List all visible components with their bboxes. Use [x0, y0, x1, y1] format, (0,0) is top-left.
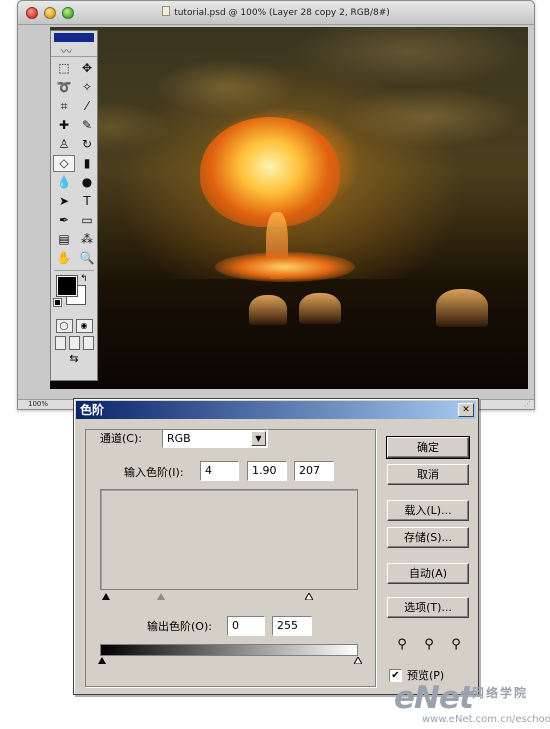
output-black-slider[interactable] [98, 657, 106, 664]
swap-colors-icon[interactable]: ↰ [80, 274, 88, 284]
blur-tool-icon[interactable]: 💧 [53, 174, 75, 191]
input-black-slider[interactable] [102, 593, 110, 600]
load-button[interactable]: 载入(L)... [387, 500, 469, 521]
close-icon[interactable]: ✕ [458, 403, 474, 417]
screen-mode-menu-button[interactable] [68, 336, 80, 350]
document-title: tutorial.psd @ 100% (Layer 28 copy 2, RG… [174, 8, 390, 18]
ok-button[interactable]: 确定 [386, 436, 470, 459]
pen-tool-icon[interactable]: ✒ [53, 212, 75, 229]
input-white-field[interactable]: 207 [294, 461, 334, 481]
tool-grid: ⬚ ✥ ➰ ✧ ⌗ ⁄ ✚ ✎ ♙ ↻ ◇ ▮ 💧 ● ➤ T ✒ ▭ ▤ ⁂ ✋ 🔍 [51, 57, 97, 267]
lasso-tool-icon[interactable]: ➰ [53, 79, 75, 96]
document-window: tutorial.psd @ 100% (Layer 28 copy 2, RG… [17, 0, 535, 410]
marquee-tool-icon[interactable]: ⬚ [53, 60, 75, 77]
type-tool-icon[interactable]: T [76, 193, 98, 210]
crop-tool-icon[interactable]: ⌗ [53, 98, 75, 115]
auto-button[interactable]: 自动(A) [387, 563, 469, 584]
history-brush-tool-icon[interactable]: ↻ [76, 136, 98, 153]
save-button[interactable]: 存储(S)... [387, 527, 469, 548]
hay-bale [299, 293, 341, 324]
channel-select[interactable]: RGB ▼ [162, 429, 268, 448]
input-black-field[interactable]: 4 [200, 461, 239, 481]
channel-label: 通道(C): [98, 432, 144, 446]
output-white-field[interactable]: 255 [272, 616, 312, 636]
feather-icon: 〰 [61, 45, 72, 58]
default-colors-icon[interactable] [53, 298, 62, 307]
white-eyedropper-icon[interactable]: ⚲ [446, 635, 466, 655]
enet-tagline: 网络学院 [472, 686, 529, 700]
dialog-title: 色阶 [80, 403, 105, 417]
options-button[interactable]: 选项(T)... [387, 597, 469, 618]
tools-palette: 〰 ⬚ ✥ ➰ ✧ ⌗ ⁄ ✚ ✎ ♙ ↻ ◇ ▮ 💧 ● ➤ T ✒ ▭ ▤ ⁂ ✋ 🔍 ↰ ◯ ◉ ⇆ [50, 30, 98, 381]
image-canvas[interactable] [50, 27, 528, 389]
eraser-tool-icon[interactable]: ◇ [53, 155, 75, 172]
brush-tool-icon[interactable]: ✎ [76, 117, 98, 134]
resize-grip-icon[interactable]: ⋰ [524, 400, 531, 408]
cancel-button[interactable]: 取消 [387, 464, 469, 485]
document-titlebar[interactable]: tutorial.psd @ 100% (Layer 28 copy 2, RG… [18, 1, 534, 25]
dialog-titlebar[interactable]: 色阶 ✕ [76, 401, 476, 419]
slice-tool-icon[interactable]: ⁄ [76, 98, 98, 115]
hand-tool-icon[interactable]: ✋ [53, 250, 75, 267]
input-levels-label: 输入色阶(I): [124, 466, 184, 479]
chevron-down-icon[interactable]: ▼ [251, 431, 266, 446]
output-gradient-bar [100, 644, 358, 656]
output-levels-label: 输出色阶(O): [147, 620, 212, 633]
color-swatches: ↰ [51, 274, 97, 316]
output-black-field[interactable]: 0 [227, 616, 265, 636]
enet-url: www.eNet.com.cn/eschool [422, 714, 550, 725]
input-gamma-field[interactable]: 1.90 [247, 461, 287, 481]
gray-eyedropper-icon[interactable]: ⚲ [419, 635, 439, 655]
eyedropper-tool-icon[interactable]: ⁂ [76, 231, 98, 248]
enet-logo: eNet [394, 680, 474, 716]
channel-value: RGB [167, 432, 191, 445]
black-eyedropper-icon[interactable]: ⚲ [392, 635, 412, 655]
dodge-tool-icon[interactable]: ● [76, 174, 98, 191]
healing-brush-tool-icon[interactable]: ✚ [53, 117, 75, 134]
mushroom-cloud [200, 117, 340, 227]
clone-stamp-tool-icon[interactable]: ♙ [53, 136, 75, 153]
screen-mode-standard-button[interactable] [54, 336, 66, 350]
jump-to-imageready-icon[interactable]: ⇆ [60, 353, 88, 367]
histogram [100, 489, 358, 590]
quick-mask-button[interactable]: ◉ [75, 319, 93, 333]
standard-mode-button[interactable]: ◯ [55, 319, 73, 333]
tools-palette-header[interactable]: 〰 [51, 31, 97, 58]
zoom-level[interactable]: 100% [28, 400, 48, 409]
input-gamma-slider[interactable] [157, 593, 165, 600]
hay-bale [436, 289, 488, 327]
ground-explosion [215, 252, 355, 282]
gradient-tool-icon[interactable]: ▮ [76, 155, 98, 172]
screen-mode-full-button[interactable] [82, 336, 94, 350]
hay-bale [249, 295, 287, 325]
foreground-color-swatch[interactable] [56, 275, 78, 297]
levels-dialog: 色阶 ✕ 通道(C): RGB ▼ 输入色阶(I): 4 1.90 207 输出… [73, 398, 479, 695]
psd-file-icon [162, 6, 171, 16]
magic-wand-tool-icon[interactable]: ✧ [76, 79, 98, 96]
zoom-tool-icon[interactable]: 🔍 [76, 250, 98, 267]
output-white-slider[interactable] [354, 657, 362, 664]
path-selection-tool-icon[interactable]: ➤ [53, 193, 75, 210]
input-white-slider[interactable] [305, 593, 313, 600]
move-tool-icon[interactable]: ✥ [76, 60, 98, 77]
shape-tool-icon[interactable]: ▭ [76, 212, 98, 229]
notes-tool-icon[interactable]: ▤ [53, 231, 75, 248]
